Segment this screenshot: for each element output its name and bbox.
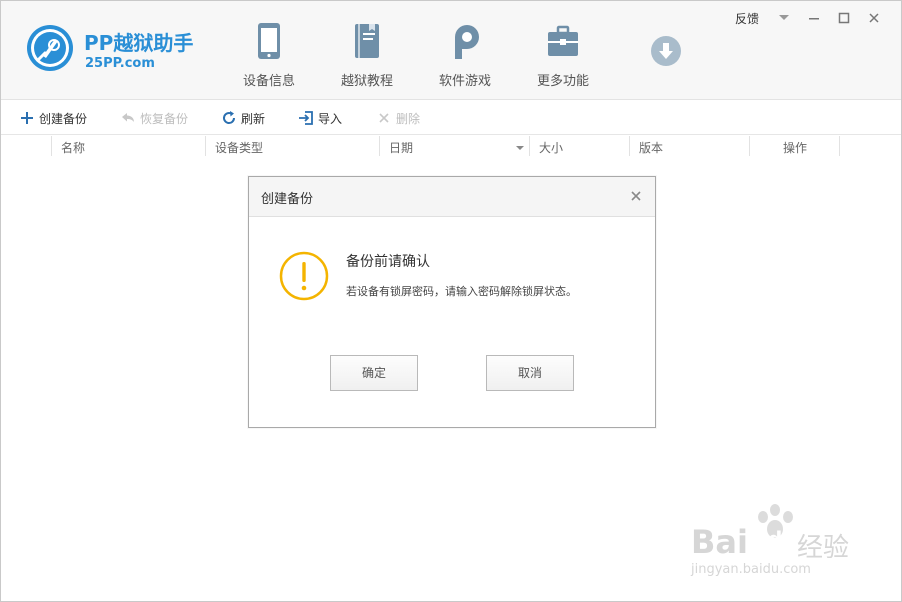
create-backup-dialog: 创建备份 备份前请确认 若设备有锁屏密码，请输入密码解除锁屏状态。 确定 取消 bbox=[248, 176, 656, 428]
import-button[interactable]: 导入 bbox=[298, 109, 342, 127]
nav-jailbreak-tutorial[interactable]: 越狱教程 bbox=[317, 15, 417, 95]
plus-icon bbox=[19, 110, 35, 126]
close-window-button[interactable] bbox=[859, 9, 889, 27]
app-name: PP越狱助手 bbox=[84, 31, 194, 55]
dialog-title: 创建备份 bbox=[261, 192, 314, 207]
phone-icon bbox=[249, 19, 289, 63]
create-backup-label: 创建备份 bbox=[39, 111, 88, 126]
dialog-message: 若设备有锁屏密码，请输入密码解除锁屏状态。 bbox=[346, 285, 577, 298]
import-label: 导入 bbox=[318, 111, 343, 126]
refresh-label: 刷新 bbox=[241, 111, 266, 126]
column-version[interactable]: 版本 bbox=[629, 136, 663, 160]
toolbar: 创建备份 恢复备份 刷新 导入 删除 bbox=[1, 101, 901, 135]
restore-backup-button[interactable]: 恢复备份 bbox=[120, 109, 188, 127]
window-controls: 反馈 bbox=[735, 9, 889, 27]
app-header: PP越狱助手 25PP.com 设备信息 越狱教程 软件游戏 更多功能 反馈 bbox=[1, 1, 901, 100]
watermark-brand-du: du bbox=[768, 527, 797, 551]
minimize-icon bbox=[809, 18, 819, 20]
baidu-jingyan-watermark: Bai du 经验 jingyan.baidu.com bbox=[689, 501, 859, 581]
column-size[interactable]: 大小 bbox=[529, 136, 563, 160]
nav-label: 软件游戏 bbox=[438, 74, 491, 89]
refresh-icon bbox=[221, 110, 237, 126]
dialog-close-button[interactable] bbox=[629, 189, 643, 203]
delete-label: 删除 bbox=[396, 111, 421, 126]
confirm-button[interactable]: 确定 bbox=[330, 355, 418, 391]
close-icon bbox=[869, 13, 879, 23]
nav-label: 越狱教程 bbox=[340, 74, 393, 89]
column-divider bbox=[749, 136, 750, 156]
pp-app-icon bbox=[445, 19, 485, 63]
nav-label: 更多功能 bbox=[536, 74, 589, 89]
create-backup-button[interactable]: 创建备份 bbox=[19, 109, 87, 127]
sort-desc-icon bbox=[516, 146, 524, 150]
app-url: 25PP.com bbox=[85, 56, 155, 71]
column-divider bbox=[839, 136, 840, 156]
warning-icon bbox=[279, 251, 329, 301]
import-icon bbox=[298, 110, 314, 126]
feedback-link[interactable]: 反馈 bbox=[735, 10, 759, 27]
toolbox-icon bbox=[543, 19, 583, 63]
book-icon bbox=[347, 19, 387, 63]
column-name[interactable]: 名称 bbox=[51, 136, 85, 160]
dialog-titlebar[interactable]: 创建备份 bbox=[249, 177, 655, 217]
column-device-type[interactable]: 设备类型 bbox=[205, 136, 263, 160]
close-icon bbox=[631, 191, 641, 201]
chevron-down-icon bbox=[779, 15, 789, 20]
pp-logo-icon bbox=[25, 23, 75, 73]
column-actions: 操作 bbox=[783, 141, 808, 155]
restore-icon bbox=[120, 110, 136, 126]
download-icon bbox=[650, 35, 682, 67]
watermark-brand: Bai bbox=[691, 523, 748, 561]
column-date[interactable]: 日期 bbox=[379, 136, 413, 160]
maximize-icon bbox=[838, 12, 850, 24]
watermark-brand-cn: 经验 bbox=[797, 533, 850, 563]
app-window: PP越狱助手 25PP.com 设备信息 越狱教程 软件游戏 更多功能 反馈 创… bbox=[0, 0, 902, 602]
delete-button[interactable]: 删除 bbox=[376, 109, 420, 127]
dialog-heading: 备份前请确认 bbox=[346, 254, 430, 270]
nav-software-games[interactable]: 软件游戏 bbox=[415, 15, 515, 95]
nav-device-info[interactable]: 设备信息 bbox=[219, 15, 319, 95]
cancel-button[interactable]: 取消 bbox=[486, 355, 574, 391]
backup-table-header: 名称 设备类型 日期 大小 版本 操作 bbox=[1, 136, 901, 160]
download-button[interactable] bbox=[616, 15, 716, 95]
maximize-button[interactable] bbox=[829, 9, 859, 27]
nav-more-features[interactable]: 更多功能 bbox=[513, 15, 613, 95]
minimize-button[interactable] bbox=[799, 9, 829, 27]
menu-dropdown-button[interactable] bbox=[769, 9, 799, 27]
restore-backup-label: 恢复备份 bbox=[140, 111, 189, 126]
refresh-button[interactable]: 刷新 bbox=[221, 109, 265, 127]
x-delete-icon bbox=[376, 110, 392, 126]
watermark-url: jingyan.baidu.com bbox=[691, 562, 811, 577]
nav-label: 设备信息 bbox=[242, 74, 295, 89]
